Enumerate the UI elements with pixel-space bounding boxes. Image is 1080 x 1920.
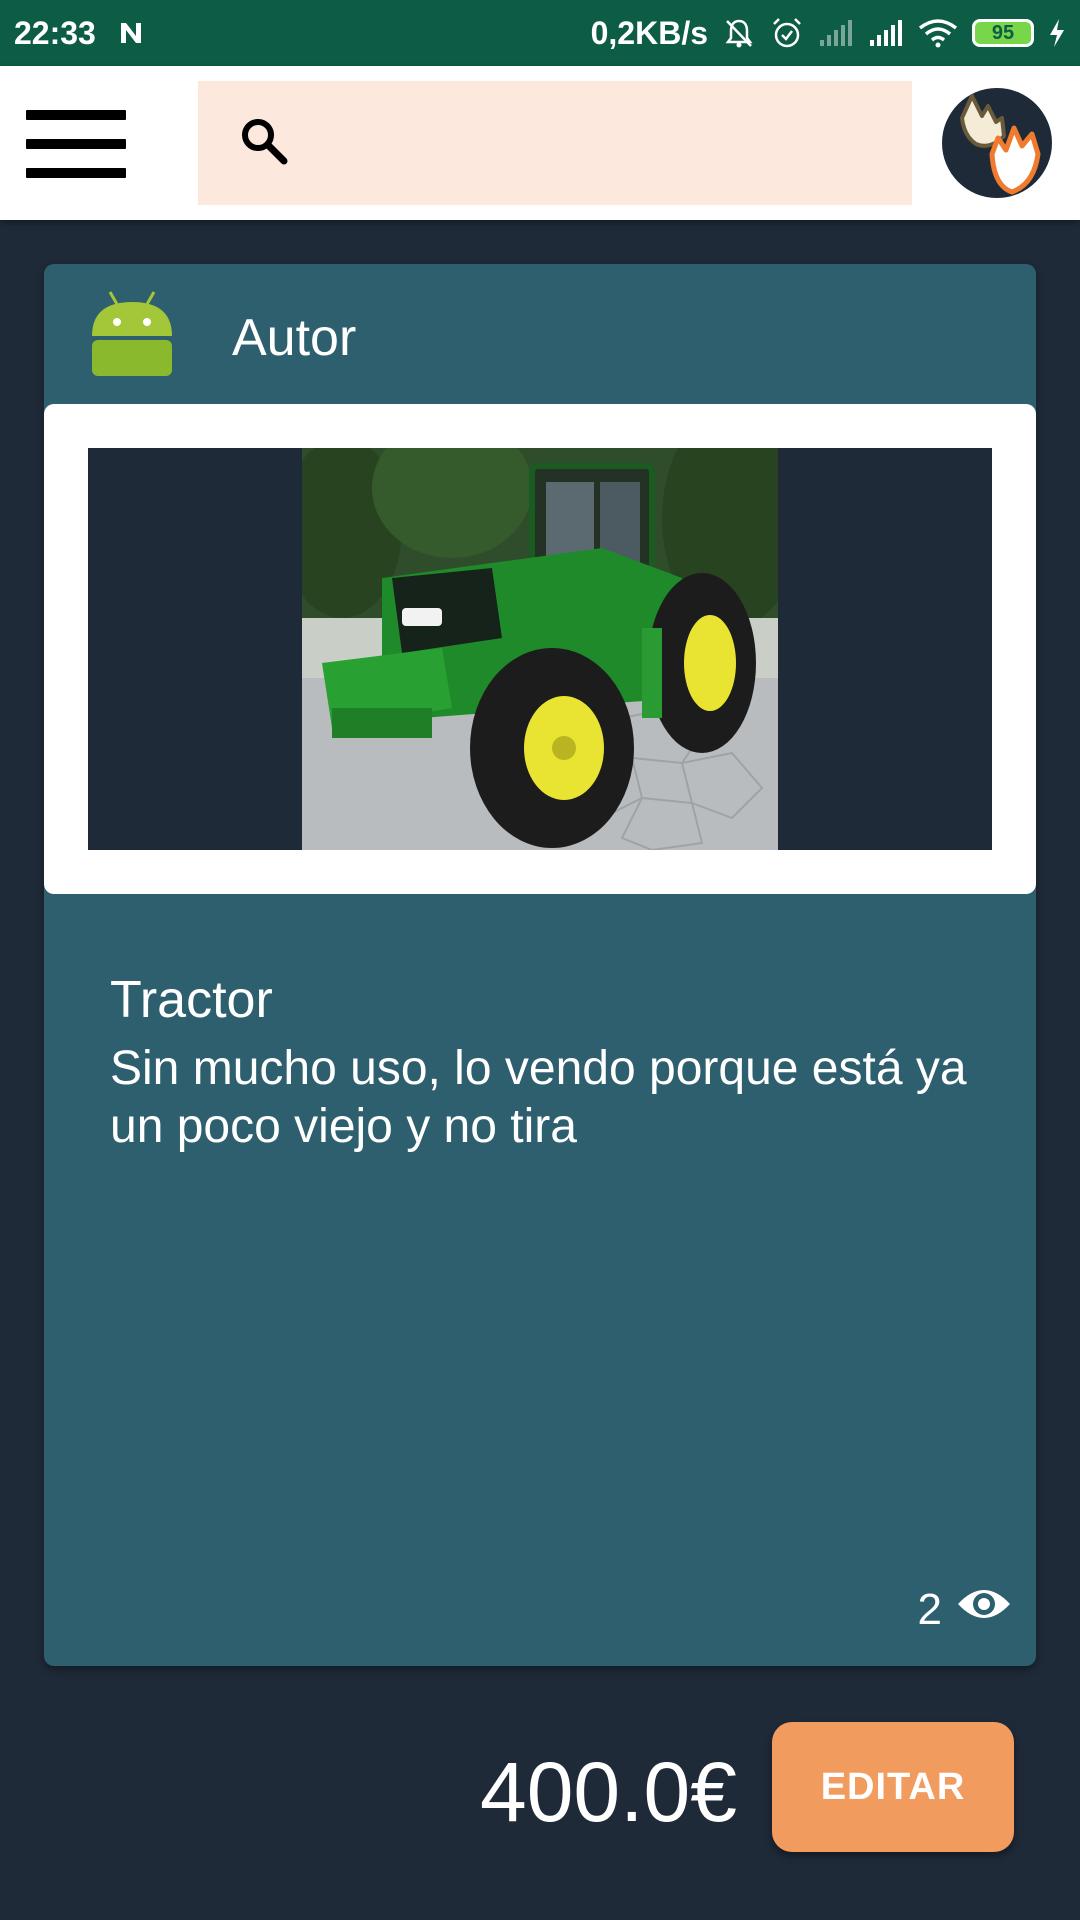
product-price: 400.0€ xyxy=(480,1745,737,1839)
image-panel xyxy=(44,404,1036,894)
product-description: Sin mucho uso, lo vendo porque está ya u… xyxy=(110,1042,967,1153)
status-time: 22:33 xyxy=(14,14,96,51)
n-notification-icon xyxy=(118,20,144,46)
image-frame[interactable] xyxy=(88,448,992,850)
signal-icon xyxy=(818,18,854,48)
alarm-icon xyxy=(770,16,804,50)
product-card: Autor Tractor Sin mucho uso, lo vendo po… xyxy=(44,264,1036,1666)
android-icon xyxy=(90,290,174,376)
eye-icon xyxy=(956,1584,1012,1635)
status-bar: 22:33 0,2KB/s 95 xyxy=(0,0,1080,66)
edit-button[interactable]: EDITAR xyxy=(772,1722,1014,1852)
author-name: Autor xyxy=(232,309,357,367)
hands-logo-icon[interactable] xyxy=(942,88,1052,198)
battery-level: 95 xyxy=(991,21,1015,44)
search-icon[interactable] xyxy=(238,115,290,172)
app-bar xyxy=(0,66,1080,220)
mute-bell-icon xyxy=(722,16,756,50)
network-speed: 0,2KB/s xyxy=(590,14,708,51)
view-counter: 2 xyxy=(918,1584,1012,1635)
product-title: Tractor xyxy=(110,971,273,1029)
battery-icon: 95 xyxy=(972,19,1034,47)
view-count: 2 xyxy=(917,1584,942,1634)
search-input[interactable] xyxy=(314,102,912,184)
hamburger-menu-icon[interactable] xyxy=(26,110,126,180)
product-photo[interactable] xyxy=(302,448,778,850)
search-bar[interactable] xyxy=(198,81,912,205)
author-row[interactable]: Autor xyxy=(44,264,1036,404)
signal-icon xyxy=(868,18,904,48)
charging-icon xyxy=(1048,18,1066,48)
wifi-icon xyxy=(918,18,958,48)
